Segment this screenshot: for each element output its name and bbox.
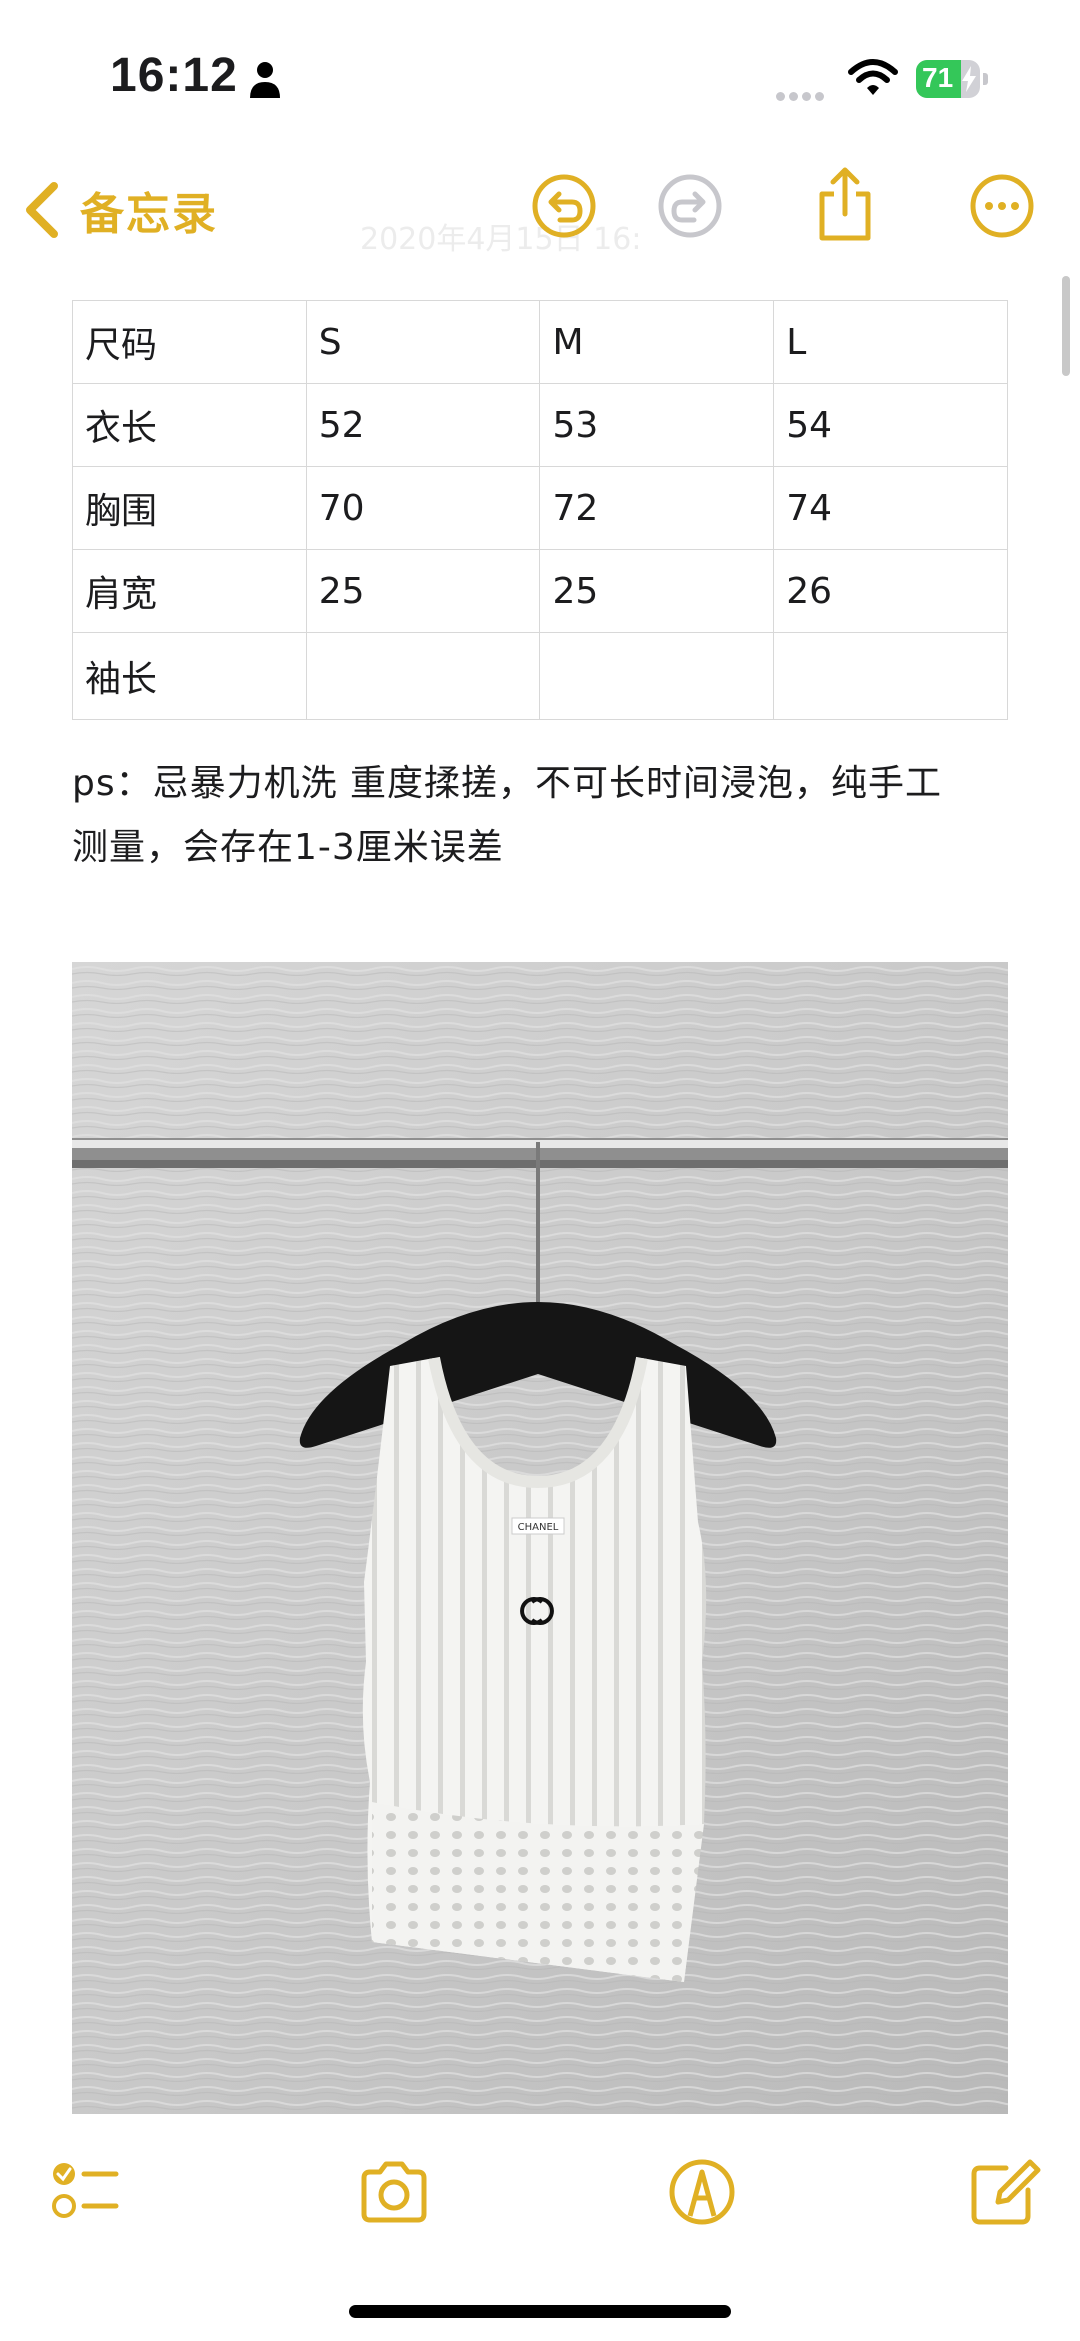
table-cell[interactable] xyxy=(539,632,775,720)
table-row: 肩宽 25 25 26 xyxy=(72,549,1008,633)
table-cell[interactable]: 袖长 xyxy=(72,632,307,720)
note-date-ghost: 2020年4月15日 16: xyxy=(360,222,642,257)
table-cell[interactable]: M xyxy=(539,300,775,384)
person-icon xyxy=(250,62,280,98)
table-cell[interactable]: 70 xyxy=(305,466,541,550)
wifi-icon xyxy=(848,59,898,95)
nav-bar: 2020年4月15日 16: 备忘录 xyxy=(0,150,1080,270)
product-photo[interactable]: CHANEL xyxy=(72,962,1008,2114)
table-cell[interactable]: 肩宽 xyxy=(72,549,307,633)
camera-icon[interactable] xyxy=(356,2154,432,2230)
back-button[interactable]: 备忘录 xyxy=(22,178,218,242)
table-cell[interactable]: 25 xyxy=(305,549,541,633)
table-cell[interactable]: 胸围 xyxy=(72,466,307,550)
bottom-toolbar xyxy=(0,2120,1080,2260)
garment-label-text: CHANEL xyxy=(518,1522,559,1533)
note-text[interactable]: ps：忌暴力机洗 重度揉搓，不可长时间浸泡，纯手工 测量，会存在1-3厘米误差 xyxy=(72,752,1022,880)
table-row: 衣长 52 53 54 xyxy=(72,383,1008,467)
status-bar: 16:12 71 xyxy=(0,0,1080,150)
table-cell[interactable]: L xyxy=(773,300,1008,384)
table-cell[interactable]: 52 xyxy=(305,383,541,467)
table-cell[interactable] xyxy=(305,632,541,720)
markup-icon[interactable] xyxy=(664,2154,740,2230)
home-indicator[interactable] xyxy=(349,2305,731,2318)
table-row: 胸围 70 72 74 xyxy=(72,466,1008,550)
table-cell[interactable]: 72 xyxy=(539,466,775,550)
more-icon[interactable] xyxy=(968,172,1036,240)
table-cell[interactable]: 53 xyxy=(539,383,775,467)
note-line: 测量，会存在1-3厘米误差 xyxy=(72,827,504,868)
battery-indicator: 71 xyxy=(916,60,992,98)
table-cell[interactable]: 54 xyxy=(773,383,1008,467)
battery-percentage: 71 xyxy=(922,62,954,93)
scroll-indicator[interactable] xyxy=(1062,276,1070,376)
chevron-left-icon xyxy=(26,182,58,238)
checklist-icon[interactable] xyxy=(48,2154,124,2230)
cellular-signal-icon xyxy=(776,86,828,105)
table-row: 尺码 S M L xyxy=(72,300,1008,384)
status-time: 16:12 xyxy=(110,49,238,102)
charging-bolt-icon xyxy=(962,66,976,92)
table-cell[interactable]: 26 xyxy=(773,549,1008,633)
table-row: 袖长 xyxy=(72,632,1008,720)
back-label: 备忘录 xyxy=(80,189,218,240)
share-icon[interactable] xyxy=(812,166,878,244)
table-cell[interactable]: 尺码 xyxy=(72,300,307,384)
redo-icon[interactable] xyxy=(656,172,724,240)
table-cell[interactable]: 74 xyxy=(773,466,1008,550)
undo-icon[interactable] xyxy=(530,172,598,240)
note-line: ps：忌暴力机洗 重度揉搓，不可长时间浸泡，纯手工 xyxy=(72,763,943,804)
table-cell[interactable]: 25 xyxy=(539,549,775,633)
compose-icon[interactable] xyxy=(966,2154,1042,2230)
table-cell[interactable] xyxy=(773,632,1008,720)
size-table: 尺码 S M L 衣长 52 53 54 胸围 70 72 74 肩宽 25 2… xyxy=(72,300,1008,720)
table-cell[interactable]: S xyxy=(305,300,541,384)
table-cell[interactable]: 衣长 xyxy=(72,383,307,467)
